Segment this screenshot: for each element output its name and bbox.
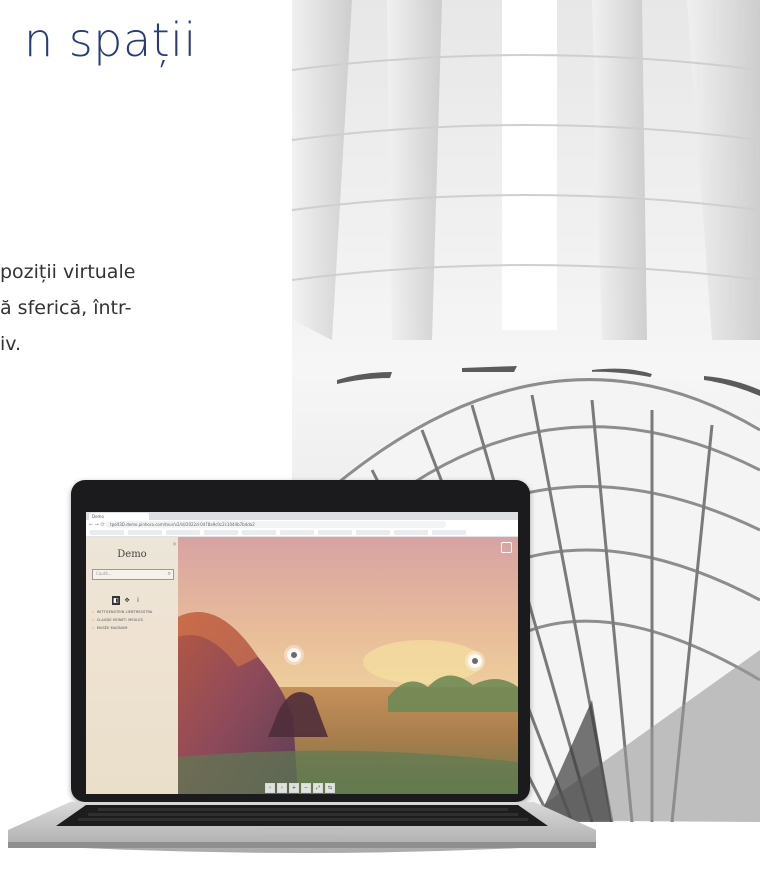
view-mode-icons: ◧ ✥ i	[112, 587, 145, 606]
move-icon[interactable]: ✥	[123, 596, 131, 605]
bookmark-item[interactable]	[204, 530, 238, 535]
panorama-painting-view[interactable]: ‹ › + − ⤢ ⇆	[178, 537, 518, 794]
laptop-base	[8, 802, 596, 853]
bookmarks-bar	[86, 529, 518, 537]
tour-hotspot[interactable]	[468, 654, 482, 668]
intro-line-1: poziții virtuale	[0, 261, 136, 283]
fullscreen-icon[interactable]	[501, 542, 512, 553]
browser-nav-icons[interactable]: ← → ⟳	[89, 522, 105, 528]
browser-tab[interactable]: Demo	[89, 513, 149, 520]
bookmark-item[interactable]	[356, 530, 390, 535]
menu-item[interactable]: WITTGENSTEIN LIEBTRESSTRA	[92, 609, 153, 614]
bookmark-item[interactable]	[242, 530, 276, 535]
zoom-out-icon[interactable]: −	[301, 783, 311, 793]
monet-haystack-image	[178, 537, 518, 794]
menu-item[interactable]: MUSÉE MAGNUM	[92, 625, 128, 630]
intro-line-2: ă sferică, într-	[0, 297, 132, 319]
laptop-screen: Demo ← → ⟳ tpolt3D.demo.pinhora.com/tour…	[86, 512, 518, 794]
sidebar-title: Demo	[117, 549, 147, 560]
browser-tab-strip: Demo	[86, 512, 518, 520]
swap-icon[interactable]: ⇆	[325, 783, 335, 793]
intro-paragraph: poziții virtuale ă sferică, într- iv.	[0, 254, 135, 362]
menu-item[interactable]: CLAUDE MONET: MEULES	[92, 617, 143, 622]
bookmark-item[interactable]	[166, 530, 200, 535]
page-headline: n spații	[24, 13, 197, 67]
close-icon[interactable]: ×	[172, 541, 177, 548]
bookmark-item[interactable]	[280, 530, 314, 535]
search-input[interactable]: Caută... ⌕	[92, 569, 174, 580]
view-controls: ‹ › + − ⤢ ⇆	[265, 774, 337, 793]
zoom-in-icon[interactable]: +	[289, 783, 299, 793]
prev-icon[interactable]: ‹	[265, 783, 275, 793]
address-bar[interactable]: tpolt3D.demo.pinhora.com/tour/v2/id/2022…	[106, 521, 446, 528]
intro-line-3: iv.	[0, 333, 22, 355]
bookmark-item[interactable]	[318, 530, 352, 535]
expand-icon[interactable]: ⤢	[313, 783, 323, 793]
laptop-mockup: Demo ← → ⟳ tpolt3D.demo.pinhora.com/tour…	[0, 470, 600, 895]
virtual-tour-app: × Demo Caută... ⌕ ◧✥i WITTGENSTEIN LIEBT…	[86, 537, 518, 794]
bookmark-item[interactable]	[128, 530, 162, 535]
bookmark-item[interactable]	[432, 530, 466, 535]
next-icon[interactable]: ›	[277, 783, 287, 793]
tour-sidebar: × Demo Caută... ⌕ ◧✥i WITTGENSTEIN LIEBT…	[86, 537, 178, 794]
search-icon[interactable]: ⌕	[168, 570, 171, 578]
tour-hotspot[interactable]	[287, 648, 301, 662]
bookmark-item[interactable]	[90, 530, 124, 535]
floor-plan-icon[interactable]: ◧	[112, 596, 120, 605]
search-placeholder: Caută...	[96, 571, 112, 576]
bookmark-item[interactable]	[394, 530, 428, 535]
info-icon[interactable]: i	[134, 596, 142, 605]
